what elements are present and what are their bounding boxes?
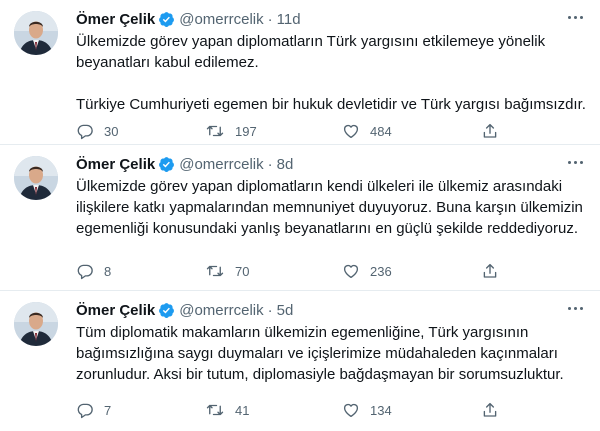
heart-icon — [343, 264, 359, 279]
more-options-icon[interactable] — [564, 301, 586, 315]
tweet-header: Ömer Çelik @omerrcelik · 11d — [76, 9, 301, 29]
tweet-text: Ülkemizde görev yapan diplomatların kend… — [76, 176, 586, 239]
tweet-header: Ömer Çelik @omerrcelik · 8d — [76, 154, 293, 174]
tweet-paragraph: Türkiye Cumhuriyeti egemen bir hukuk dev… — [76, 96, 586, 113]
tweet[interactable]: Ömer Çelik @omerrcelik · 5d Tüm diplomat… — [0, 291, 600, 431]
tweet[interactable]: Ömer Çelik @omerrcelik · 11d Ülkemizde g… — [0, 0, 600, 145]
like-button[interactable]: 134 — [342, 401, 392, 419]
reply-count: 30 — [104, 123, 119, 139]
heart-icon — [343, 124, 359, 139]
tweet[interactable]: Ömer Çelik @omerrcelik · 8d Ülkemizde gö… — [0, 145, 600, 291]
tweet-actions: 30 197 484 — [76, 122, 586, 142]
tweet-timestamp[interactable]: 8d — [277, 156, 294, 173]
retweet-icon — [206, 125, 224, 137]
retweet-count: 197 — [235, 123, 257, 139]
reply-count: 7 — [104, 402, 112, 418]
verified-badge-icon — [158, 11, 175, 28]
author-handle[interactable]: @omerrcelik — [179, 302, 263, 319]
share-icon — [483, 402, 497, 417]
tweet-paragraph: Ülkemizde görev yapan diplomatların kend… — [76, 178, 583, 237]
avatar[interactable] — [14, 302, 58, 346]
share-button[interactable] — [481, 122, 499, 140]
avatar[interactable] — [14, 11, 58, 55]
retweet-icon — [206, 404, 224, 416]
separator-dot: · — [267, 10, 273, 28]
more-options-icon[interactable] — [564, 155, 586, 169]
reply-icon — [77, 264, 93, 280]
share-button[interactable] — [481, 401, 499, 419]
tweet-paragraph: Tüm diplomatik makamların ülkemizin egem… — [76, 324, 564, 383]
tweet-text: Ülkemizde görev yapan diplomatların Türk… — [76, 31, 586, 115]
more-options-icon[interactable] — [564, 10, 586, 24]
share-button[interactable] — [481, 262, 499, 280]
tweet-timestamp[interactable]: 5d — [277, 302, 294, 319]
retweet-icon — [206, 265, 224, 277]
reply-button[interactable]: 30 — [76, 122, 118, 140]
separator-dot: · — [267, 301, 273, 319]
author-name[interactable]: Ömer Çelik — [76, 302, 155, 319]
reply-count: 8 — [104, 263, 112, 279]
author-handle[interactable]: @omerrcelik — [179, 156, 263, 173]
separator-dot: · — [267, 155, 273, 173]
like-count: 236 — [370, 263, 392, 279]
share-icon — [483, 123, 497, 138]
like-count: 484 — [370, 123, 392, 139]
avatar[interactable] — [14, 156, 58, 200]
tweet-actions: 7 41 134 — [76, 401, 586, 421]
author-name[interactable]: Ömer Çelik — [76, 156, 155, 173]
verified-badge-icon — [158, 302, 175, 319]
verified-badge-icon — [158, 156, 175, 173]
like-count: 134 — [370, 402, 392, 418]
retweet-count: 70 — [235, 263, 250, 279]
retweet-button[interactable]: 41 — [205, 401, 249, 419]
reply-button[interactable]: 8 — [76, 262, 111, 280]
like-button[interactable]: 484 — [342, 122, 392, 140]
tweet-header: Ömer Çelik @omerrcelik · 5d — [76, 300, 293, 320]
like-button[interactable]: 236 — [342, 262, 392, 280]
tweet-actions: 8 70 236 — [76, 262, 586, 282]
reply-icon — [77, 124, 93, 140]
reply-button[interactable]: 7 — [76, 401, 111, 419]
retweet-button[interactable]: 197 — [205, 122, 257, 140]
retweet-button[interactable]: 70 — [205, 262, 249, 280]
heart-icon — [343, 403, 359, 418]
retweet-count: 41 — [235, 402, 250, 418]
tweet-text: Tüm diplomatik makamların ülkemizin egem… — [76, 322, 586, 385]
share-icon — [483, 263, 497, 278]
tweet-paragraph: Ülkemizde görev yapan diplomatların Türk… — [76, 33, 546, 71]
reply-icon — [77, 403, 93, 419]
tweet-timestamp[interactable]: 11d — [277, 11, 301, 28]
author-name[interactable]: Ömer Çelik — [76, 11, 155, 28]
author-handle[interactable]: @omerrcelik — [179, 11, 263, 28]
tweet-feed: Ömer Çelik @omerrcelik · 11d Ülkemizde g… — [0, 0, 600, 431]
